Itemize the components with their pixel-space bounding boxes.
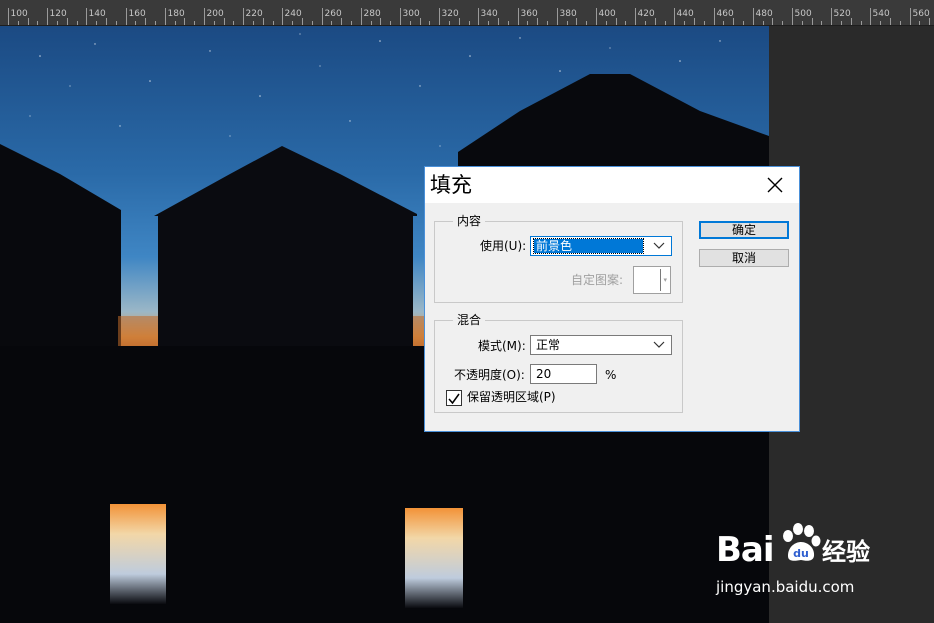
horizontal-ruler[interactable]: 100 120 140 160 180 200 220 240 260 280 300 320 340 3…: [0, 0, 934, 26]
checkmark-icon: [448, 393, 460, 405]
watermark-url: jingyan.baidu.com: [716, 578, 855, 596]
mode-label: 模式(M):: [478, 339, 526, 353]
ruler-label: 240: [284, 9, 302, 19]
ruler-label: 320: [441, 9, 459, 19]
pattern-preview: [636, 269, 661, 291]
chevron-down-icon: ▾: [663, 276, 667, 284]
ruler-label: 180: [167, 9, 185, 19]
use-select-value: 前景色: [533, 238, 644, 254]
ruler-label: 260: [324, 9, 342, 19]
ruler-label: 500: [794, 9, 812, 19]
chevron-down-icon: [653, 341, 665, 348]
content-group-label: 内容: [453, 213, 486, 229]
ruler-label: 400: [598, 9, 616, 19]
preserve-transparency-checkbox[interactable]: [446, 390, 462, 406]
dialog-title: 填充: [430, 173, 472, 197]
ruler-label: 300: [402, 9, 420, 19]
chevron-down-icon: [653, 242, 665, 249]
dialog-titlebar[interactable]: 填充: [425, 167, 799, 203]
ruler-label: 120: [49, 9, 67, 19]
blend-group-label: 混合: [453, 312, 486, 328]
watermark-brand-left: Bai: [716, 530, 775, 570]
opacity-unit: %: [605, 368, 617, 382]
ruler-label: 520: [833, 9, 851, 19]
mode-select-value: 正常: [536, 338, 561, 352]
ruler-label: 140: [88, 9, 106, 19]
ruler-label: 420: [637, 9, 655, 19]
mode-select[interactable]: 正常: [530, 335, 672, 355]
ruler-label: 540: [872, 9, 890, 19]
ruler-label: 460: [716, 9, 734, 19]
ruler-label: 160: [128, 9, 146, 19]
opacity-input[interactable]: 20: [530, 364, 597, 384]
ruler-label: 200: [206, 9, 224, 19]
ruler-label: 380: [559, 9, 577, 19]
fill-dialog: 填充 内容 使用(U): 前景色 自定图案: ▾ 混合 模式(M): 正常 不透…: [424, 166, 800, 432]
baidu-jingyan-watermark: Bai du 经验 jingyan.baidu.com: [716, 520, 896, 610]
use-select[interactable]: 前景色: [530, 236, 672, 256]
ruler-label: 280: [363, 9, 381, 19]
close-icon[interactable]: [763, 173, 787, 197]
ruler-label: 100: [10, 9, 28, 19]
preserve-transparency-label[interactable]: 保留透明区域(P): [467, 389, 556, 405]
custom-pattern-label: 自定图案:: [571, 273, 624, 287]
ruler-label: 340: [480, 9, 498, 19]
ok-button[interactable]: 确定: [699, 221, 789, 239]
opacity-label: 不透明度(O):: [454, 368, 525, 382]
ruler-label: 440: [676, 9, 694, 19]
paw-logo-icon: du: [783, 523, 821, 561]
ruler-label: 360: [520, 9, 538, 19]
ruler-label: 220: [245, 9, 263, 19]
watermark-brand-right: 经验: [822, 538, 870, 566]
ruler-label: 560: [912, 9, 930, 19]
svg-text:du: du: [793, 547, 809, 560]
use-label: 使用(U):: [480, 239, 527, 253]
custom-pattern-picker[interactable]: ▾: [633, 266, 671, 294]
cancel-button[interactable]: 取消: [699, 249, 789, 267]
ruler-label: 480: [755, 9, 773, 19]
